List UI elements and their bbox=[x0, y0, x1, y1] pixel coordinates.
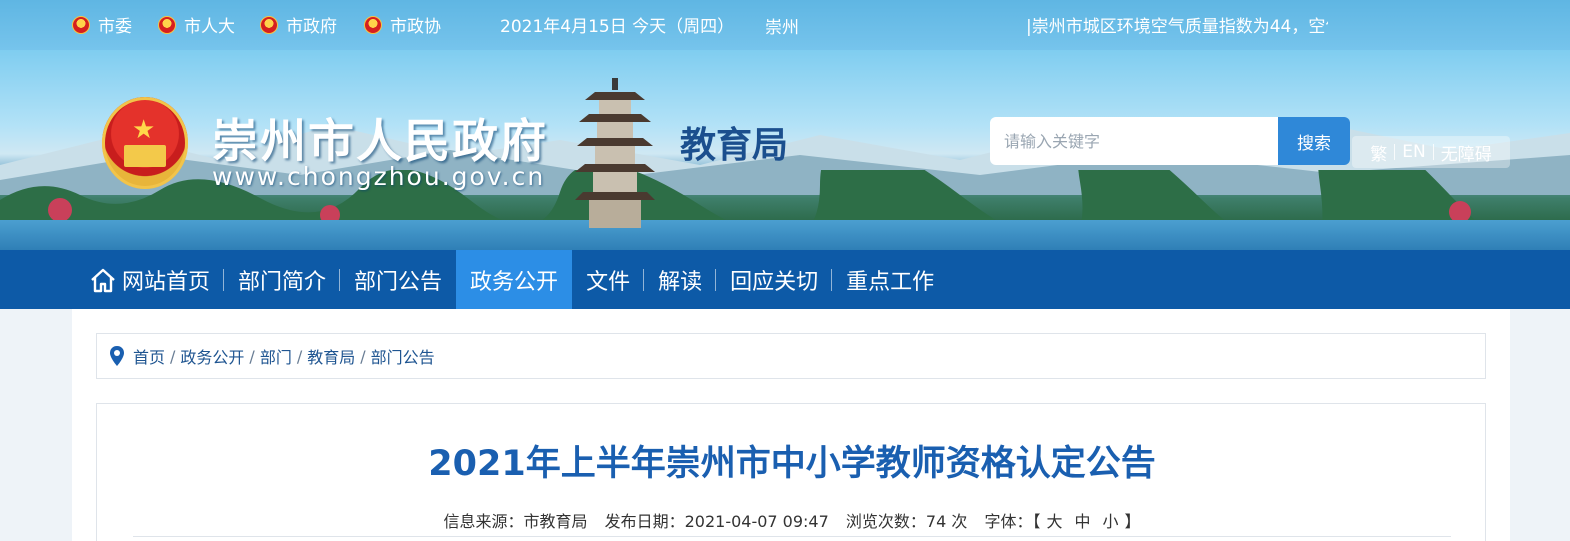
nav-item-department-intro[interactable]: 部门简介 bbox=[224, 250, 341, 309]
main-nav: 网站首页 部门简介 部门公告 政务公开 文件 解读 回应关切 重点工作 bbox=[0, 250, 1570, 309]
nav-item-key-work[interactable]: 重点工作 bbox=[832, 250, 948, 309]
top-bar: 市委 市人大 市政府 市政协 2021年4月15日 今天（周四） 崇州 |崇州市… bbox=[0, 0, 1570, 50]
nav-item-label: 网站首页 bbox=[122, 269, 211, 295]
national-emblem-icon bbox=[260, 15, 278, 34]
nav-item-label: 部门公告 bbox=[354, 269, 443, 295]
nav-item-label: 解读 bbox=[658, 269, 703, 295]
nav-item-label: 政务公开 bbox=[470, 269, 559, 295]
top-link-label: 市委 bbox=[98, 17, 132, 37]
top-link-label: 市政协 bbox=[390, 17, 441, 37]
nav-item-documents[interactable]: 文件 bbox=[572, 250, 645, 309]
river bbox=[0, 220, 1570, 250]
breadcrumb-education-bureau[interactable]: 教育局 bbox=[307, 344, 355, 368]
cppcc-emblem-icon bbox=[364, 15, 382, 34]
location-pin-icon bbox=[109, 345, 125, 367]
breadcrumb: 首页 / 政务公开 / 部门 / 教育局 / 部门公告 bbox=[96, 333, 1486, 379]
breadcrumb-separator: / bbox=[296, 346, 303, 366]
party-emblem-icon bbox=[72, 15, 90, 34]
divider bbox=[133, 536, 1451, 537]
article-title: 2021年上半年崇州市中小学教师资格认定公告 bbox=[428, 444, 1156, 484]
traditional-chinese-link[interactable]: 繁 bbox=[1363, 140, 1394, 165]
top-link-government[interactable]: 市政府 bbox=[260, 12, 337, 37]
accessibility-link[interactable]: 无障碍 bbox=[1434, 140, 1499, 165]
current-date: 2021年4月15日 今天（周四） bbox=[500, 17, 735, 37]
nav-item-label: 重点工作 bbox=[846, 269, 935, 295]
language-switcher: 繁 EN 无障碍 bbox=[1352, 136, 1510, 168]
breadcrumb-separator: / bbox=[360, 346, 366, 366]
site-url: www.chongzhou.gov.cn bbox=[212, 162, 546, 191]
nav-item-label: 文件 bbox=[586, 269, 631, 295]
search-button[interactable]: 搜索 bbox=[1278, 117, 1350, 165]
top-link-peoples-congress[interactable]: 市人大 bbox=[158, 12, 235, 37]
publish-date: 发布日期：2021-04-07 09:47 bbox=[604, 512, 829, 531]
nav-item-government-affairs[interactable]: 政务公开 bbox=[456, 250, 573, 309]
top-link-municipal-committee[interactable]: 市委 bbox=[72, 12, 132, 37]
breadcrumb-separator: / bbox=[170, 346, 176, 366]
weather-city: 崇州 bbox=[765, 18, 799, 38]
english-link[interactable]: EN bbox=[1395, 142, 1432, 162]
breadcrumb-department-notices[interactable]: 部门公告 bbox=[371, 344, 435, 368]
article: 2021年上半年崇州市中小学教师资格认定公告 信息来源：市教育局 发布日期：20… bbox=[96, 403, 1486, 541]
breadcrumb-government-affairs[interactable]: 政务公开 bbox=[180, 344, 244, 368]
source-info: 信息来源：市教育局 bbox=[443, 512, 588, 531]
nav-item-interpretation[interactable]: 解读 bbox=[644, 250, 717, 309]
nav-item-label: 回应关切 bbox=[730, 269, 819, 295]
nav-item-responses[interactable]: 回应关切 bbox=[716, 250, 833, 309]
air-quality-ticker[interactable]: |崇州市城区环境空气质量指数为44，空气 bbox=[1026, 12, 1328, 37]
pagoda-image bbox=[575, 78, 655, 228]
nav-item-home[interactable]: 网站首页 bbox=[78, 250, 225, 309]
top-link-label: 市人大 bbox=[184, 17, 235, 37]
font-size-large-button[interactable]: 大 bbox=[1040, 512, 1068, 531]
top-link-cppcc[interactable]: 市政协 bbox=[364, 12, 441, 37]
department-title: 教育局 bbox=[680, 125, 789, 166]
nav-item-department-notices[interactable]: 部门公告 bbox=[340, 250, 456, 309]
view-count: 浏览次数：74 次 bbox=[845, 512, 968, 531]
national-emblem-icon bbox=[158, 15, 176, 34]
search-input[interactable] bbox=[990, 117, 1280, 165]
font-size-medium-button[interactable]: 中 bbox=[1068, 512, 1096, 531]
breadcrumb-separator: / bbox=[249, 346, 255, 366]
article-meta: 信息来源：市教育局 发布日期：2021-04-07 09:47 浏览次数：74 … bbox=[97, 508, 1487, 532]
font-size-control: 字体：【大中小】 bbox=[984, 512, 1141, 531]
breadcrumb-home[interactable]: 首页 bbox=[133, 344, 165, 368]
home-icon bbox=[88, 250, 118, 309]
breadcrumb-departments[interactable]: 部门 bbox=[260, 344, 292, 368]
national-emblem-logo[interactable]: ★ bbox=[102, 97, 188, 189]
top-link-label: 市政府 bbox=[286, 17, 337, 37]
nav-item-label: 部门简介 bbox=[238, 269, 327, 295]
font-size-small-button[interactable]: 小 bbox=[1097, 512, 1125, 531]
